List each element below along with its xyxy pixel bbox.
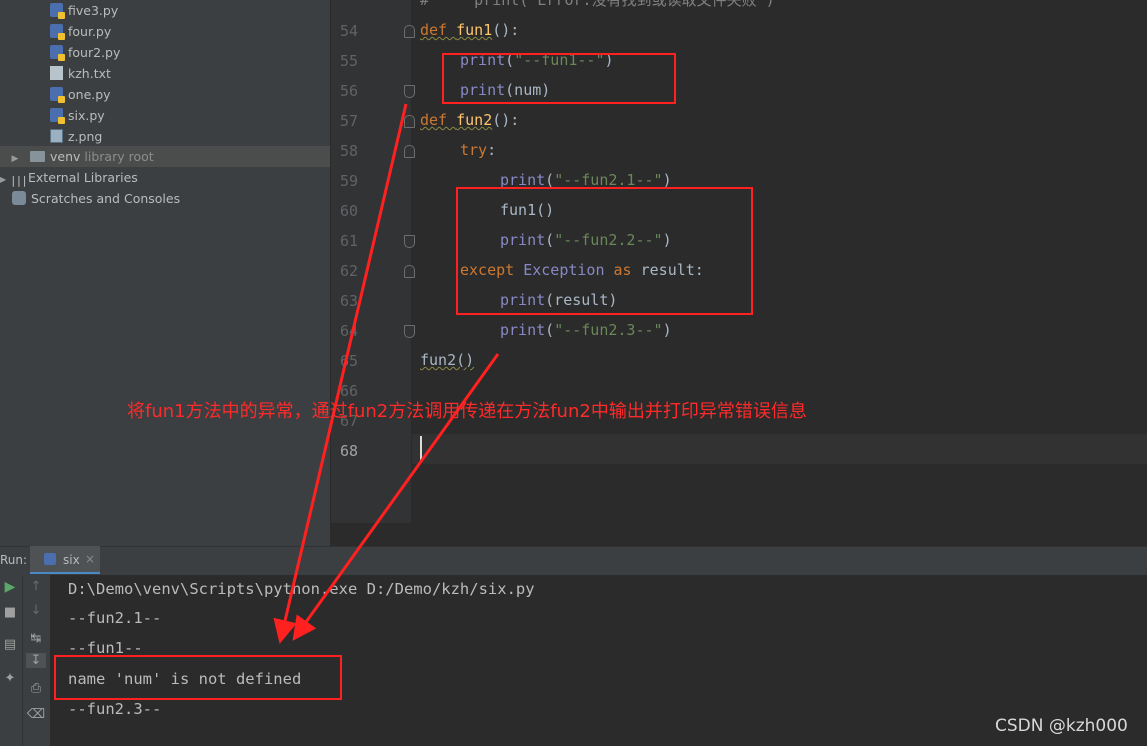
watermark: CSDN @kzh000 bbox=[995, 716, 1128, 736]
annotation-text: 将fun1方法中的异常，通过fun2方法调用传递在方法fun2中输出并打印异常错… bbox=[127, 401, 807, 422]
annotation-arrows bbox=[273, 103, 500, 644]
arrow-fun1-to-output bbox=[273, 103, 408, 644]
